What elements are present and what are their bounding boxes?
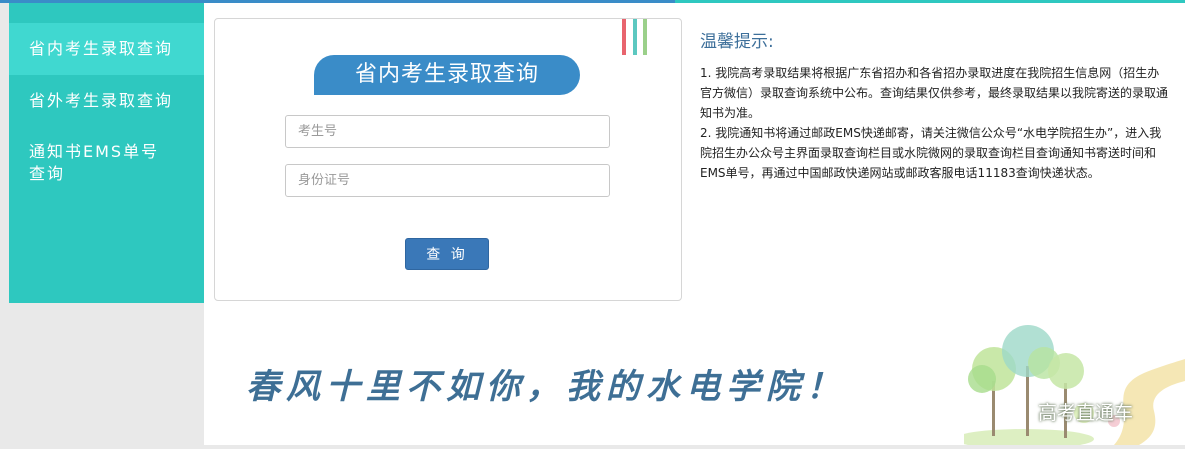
decor-stripe-green — [643, 19, 647, 55]
sidebar-item-ems-tracking[interactable]: 通知书EMS单号查询 — [9, 141, 164, 185]
decor-stripe-teal — [633, 19, 637, 55]
query-button[interactable]: 查 询 — [405, 238, 489, 270]
tips-title: 温馨提示: — [700, 32, 774, 52]
tips-panel: 温馨提示: 1. 我院高考录取结果将根据广东省招办和各省招办录取进度在我院招生信… — [700, 27, 1170, 183]
tips-paragraph-2: 2. 我院通知书将通过邮政EMS快递邮寄，请关注微信公众号“水电学院招生办”，进… — [700, 126, 1162, 180]
exam-number-input[interactable] — [285, 115, 610, 148]
sidebar: 省内考生录取查询 省外考生录取查询 通知书EMS单号查询 — [9, 3, 204, 303]
query-card: 省内考生录取查询 查 询 — [214, 18, 682, 301]
slogan-banner: 春风十里不如你，我的水电学院！ — [246, 367, 846, 407]
tips-paragraph-1: 1. 我院高考录取结果将根据广东省招办和各省招办录取进度在我院招生信息网（招生办… — [700, 66, 1169, 120]
tree-landscape-illustration — [964, 325, 1185, 445]
decor-stripe-red — [622, 19, 626, 55]
sidebar-item-out-of-province-query[interactable]: 省外考生录取查询 — [9, 75, 204, 127]
id-number-input[interactable] — [285, 164, 610, 197]
gaokao-express-badge: 高考直通车 — [1038, 402, 1134, 424]
main-content: 省内考生录取查询 查 询 温馨提示: 1. 我院高考录取结果将根据广东省招办和各… — [204, 3, 1185, 445]
query-card-title: 省内考生录取查询 — [314, 55, 580, 95]
sidebar-item-provincial-query[interactable]: 省内考生录取查询 — [9, 23, 204, 75]
